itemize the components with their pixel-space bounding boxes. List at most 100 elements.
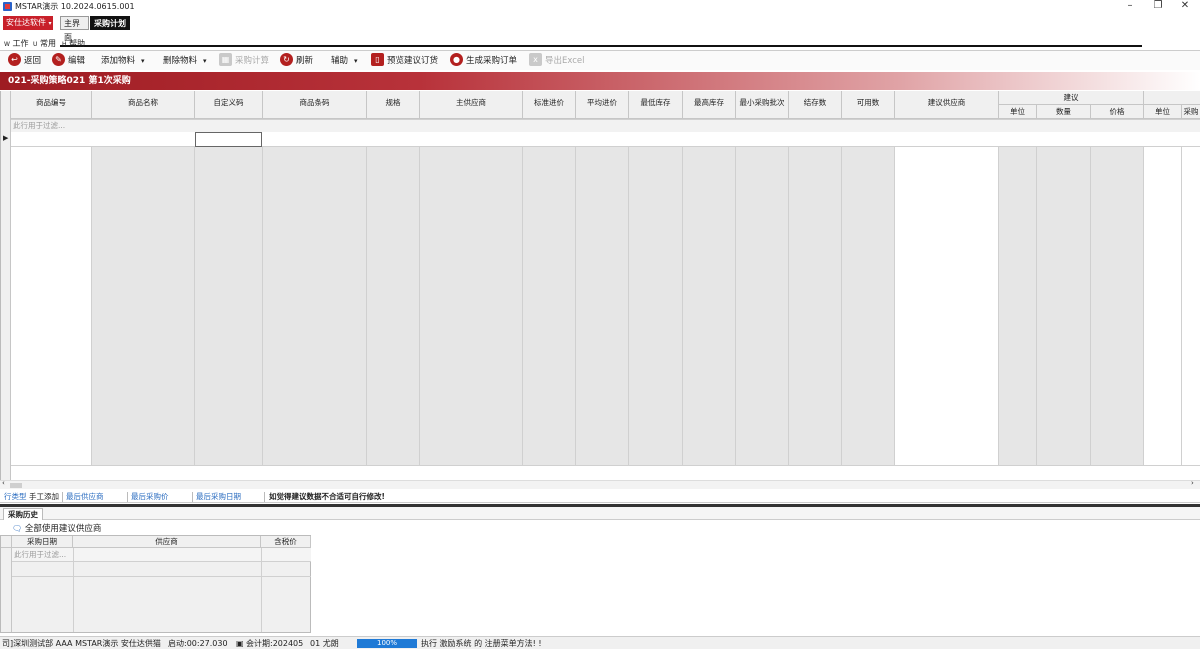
- col-header-tax-price[interactable]: 含税价: [261, 536, 311, 548]
- row-type-label: 行类型: [4, 492, 27, 501]
- refresh-button[interactable]: ↻ 刷新: [280, 53, 313, 69]
- assist-button[interactable]: 辅助 ▾: [331, 53, 358, 69]
- calendar-icon: ▣: [236, 639, 244, 648]
- refresh-label: 刷新: [296, 56, 314, 66]
- history-row-indicator: [1, 548, 12, 632]
- divider: [73, 548, 74, 632]
- col-header-supplier[interactable]: 供应商: [73, 536, 261, 548]
- col-body-balance: [789, 132, 842, 465]
- purchase-calc-label: 采购计算: [235, 56, 270, 66]
- calculator-icon: ▦: [219, 53, 232, 66]
- col-body-available: [842, 132, 895, 465]
- col-body-custom-code: [195, 132, 263, 465]
- col-header-avg-price[interactable]: 平均进价: [576, 91, 629, 119]
- col-header-extra-unit[interactable]: 单位: [1144, 105, 1182, 119]
- use-suggested-supplier-toggle[interactable]: 🗨 全部使用建议供应商: [12, 522, 101, 534]
- status-progress-bar: 100%: [357, 639, 417, 648]
- restore-button[interactable]: ❐: [1143, 0, 1173, 13]
- col-body-suggest-price: [1091, 132, 1144, 465]
- scroll-left-icon[interactable]: ‹: [2, 479, 5, 487]
- status-company: 司]深圳测试部 AAA MSTAR演示 安仕达供猫: [2, 639, 161, 648]
- col-header-item-name[interactable]: 商品名称: [92, 91, 195, 119]
- app-menu-button[interactable]: 安仕达软件 ▾: [3, 16, 53, 30]
- pencil-icon: ✎: [52, 53, 65, 66]
- col-header-extra-purchase[interactable]: 采购: [1182, 105, 1200, 119]
- progress-text: 100%: [376, 639, 397, 647]
- col-header-suggest-unit[interactable]: 单位: [999, 105, 1037, 119]
- back-label: 返回: [24, 56, 42, 66]
- col-header-custom-code[interactable]: 自定义码: [195, 91, 263, 119]
- scroll-thumb[interactable]: [10, 483, 22, 488]
- app-logo-icon: [3, 2, 12, 11]
- divider: [62, 492, 63, 502]
- col-header-main-supplier[interactable]: 主供应商: [420, 91, 523, 119]
- col-body-max-stock: [683, 132, 736, 465]
- col-body-suggested-supplier: [895, 132, 999, 465]
- col-header-suggested-supplier[interactable]: 建议供应商: [895, 91, 999, 119]
- horizontal-scrollbar[interactable]: ‹ ›: [0, 479, 1200, 489]
- menu-work[interactable]: W 工作: [4, 38, 28, 49]
- status-bar: 司]深圳测试部 AAA MSTAR演示 安仕达供猫 启动:00:27.030 ▣…: [0, 636, 1200, 649]
- tab-purchase-plan[interactable]: 采购计划: [90, 16, 130, 30]
- add-item-button[interactable]: 添加物料 ▾: [101, 53, 145, 69]
- close-button[interactable]: ✕: [1170, 0, 1200, 13]
- preview-order-button[interactable]: ▯ 预览建议订货: [371, 53, 438, 69]
- export-excel-button[interactable]: x 导出Excel: [529, 53, 585, 69]
- menu-common[interactable]: U 常用: [33, 38, 56, 49]
- purchase-grid[interactable]: ▶ 商品编号 商品名称 自定义码 商品条码 规格 主供应商 标准进价 平均进价 …: [0, 91, 1200, 480]
- use-suggested-supplier-label: 全部使用建议供应商: [24, 524, 102, 534]
- col-header-purchase-date[interactable]: 采购日期: [12, 536, 73, 548]
- scroll-right-icon[interactable]: ›: [1191, 479, 1194, 487]
- row-pointer-icon: ▶: [3, 134, 9, 142]
- col-body-extra-unit: [1144, 132, 1182, 465]
- menu-help[interactable]: H 帮助: [62, 38, 85, 49]
- col-header-spec[interactable]: 规格: [367, 91, 420, 119]
- back-button[interactable]: ↩ 返回: [8, 53, 41, 69]
- row-type-value: 手工添加: [29, 492, 59, 501]
- col-header-balance[interactable]: 结存数: [789, 91, 842, 119]
- col-body-suggest-unit: [999, 132, 1037, 465]
- filter-row[interactable]: [11, 119, 1200, 132]
- chat-icon: 🗨: [12, 524, 23, 533]
- strategy-title: 021-采购策略021 第1次采购: [8, 76, 131, 86]
- col-header-min-batch[interactable]: 最小采购批次: [736, 91, 789, 119]
- preview-icon: ▯: [371, 53, 384, 66]
- col-group-suggestion: 建议: [999, 91, 1144, 105]
- col-body-item-code: [11, 132, 92, 465]
- purchase-history-grid[interactable]: 采购日期 供应商 含税价 此行用于过滤...: [0, 535, 311, 633]
- add-item-label: 添加物料: [101, 56, 136, 66]
- col-body-spec: [367, 132, 420, 465]
- excel-icon: x: [529, 53, 542, 66]
- edit-button[interactable]: ✎ 编辑: [52, 53, 85, 69]
- col-header-barcode[interactable]: 商品条码: [263, 91, 367, 119]
- col-body-barcode: [263, 132, 367, 465]
- col-header-suggest-qty[interactable]: 数量: [1037, 105, 1091, 119]
- selected-cell[interactable]: [195, 132, 262, 147]
- title-bar: MSTAR演示 10.2024.0615.001 – ❐ ✕: [0, 0, 1200, 13]
- col-header-item-code[interactable]: 商品编号: [11, 91, 92, 119]
- col-body-item-name: [92, 132, 195, 465]
- tab-purchase-history[interactable]: 采购历史: [3, 508, 43, 520]
- tab-main[interactable]: 主界面: [60, 16, 89, 42]
- back-arrow-icon: ↩: [8, 53, 21, 66]
- dropdown-arrow-icon: ▾: [203, 57, 207, 65]
- table-row[interactable]: [11, 132, 1200, 147]
- chevron-down-icon: ▾: [48, 20, 52, 27]
- col-header-available[interactable]: 可用数: [842, 91, 895, 119]
- menu-label: 帮助: [69, 39, 86, 48]
- purchase-calc-button[interactable]: ▦ 采购计算: [219, 53, 269, 69]
- col-header-std-price[interactable]: 标准进价: [523, 91, 576, 119]
- col-header-suggest-price[interactable]: 价格: [1091, 105, 1144, 119]
- col-header-min-stock[interactable]: 最低库存: [629, 91, 683, 119]
- app-menu-label: 安仕达软件: [6, 18, 46, 27]
- delete-item-button[interactable]: 删除物料 ▾: [163, 53, 207, 69]
- col-header-max-stock[interactable]: 最高库存: [683, 91, 736, 119]
- col-body-min-batch: [736, 132, 789, 465]
- filter-placeholder: 此行用于过滤...: [13, 121, 66, 130]
- minimize-button[interactable]: –: [1115, 0, 1145, 13]
- toolbar: ↩ 返回 ✎ 编辑 添加物料 ▾ 删除物料 ▾ ▦ 采购计算 ↻ 刷新 辅助 ▾ ▯ 预览建议订…: [0, 50, 1200, 70]
- generate-order-button[interactable]: ● 生成采购订单: [450, 53, 517, 69]
- status-message: 执行 激励系统 的 注册菜单方法! !: [421, 639, 542, 648]
- menu-label: 常用: [39, 39, 56, 48]
- export-excel-label: 导出Excel: [545, 56, 585, 66]
